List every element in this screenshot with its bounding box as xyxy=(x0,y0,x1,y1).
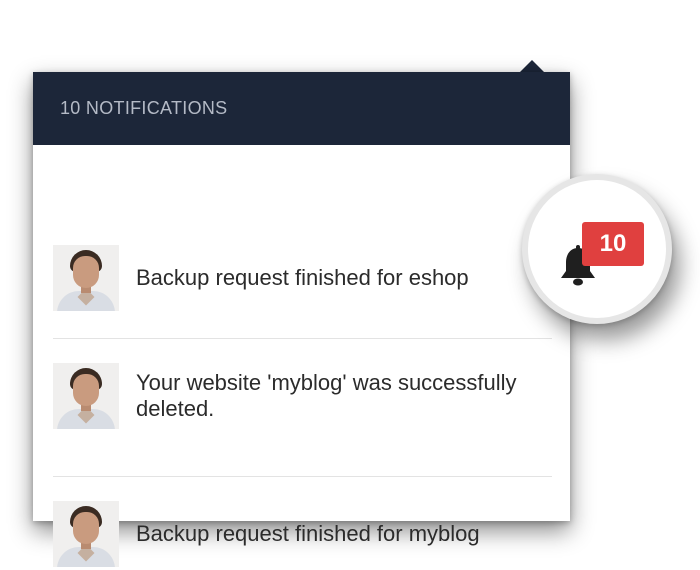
notification-text: Backup request finished for myblog xyxy=(136,521,480,546)
notification-text: Your website 'myblog' was successfully d… xyxy=(136,370,517,421)
user-avatar xyxy=(53,501,119,567)
user-avatar xyxy=(53,363,119,429)
notification-item[interactable]: Your website 'myblog' was successfully d… xyxy=(53,363,552,429)
notification-text: Backup request finished for eshop xyxy=(136,265,469,290)
notification-count-badge: 10 xyxy=(582,222,644,266)
notifications-bell-button[interactable]: 10 xyxy=(522,174,672,324)
divider xyxy=(53,476,552,477)
notifications-panel: 10 NOTIFICATIONS Backup request finished… xyxy=(33,72,570,567)
notifications-title: 10 NOTIFICATIONS xyxy=(60,98,228,118)
user-avatar xyxy=(53,245,119,311)
notification-item[interactable]: Backup request finished for eshop xyxy=(53,245,552,311)
notifications-header: 10 NOTIFICATIONS xyxy=(33,72,570,145)
dropdown-caret xyxy=(520,60,544,72)
notification-item[interactable]: Backup request finished for myblog xyxy=(53,501,552,567)
divider xyxy=(53,338,552,339)
